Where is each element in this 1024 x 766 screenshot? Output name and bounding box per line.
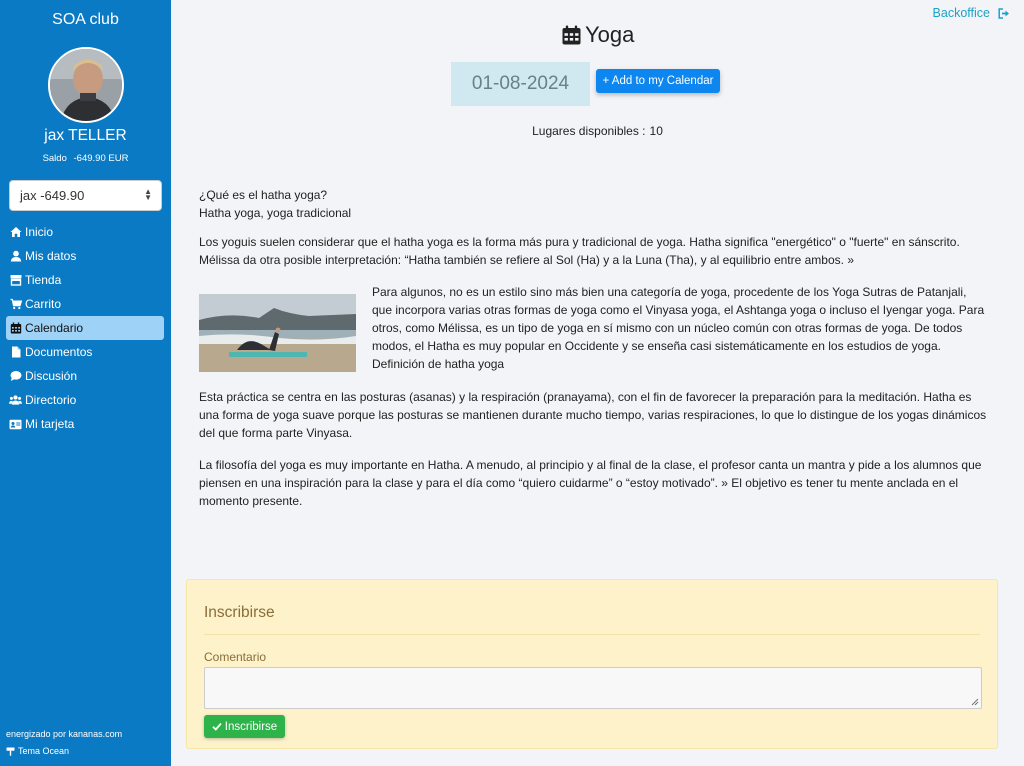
paragraph-1: Los yoguis suelen considerar que el hath… [199,235,960,267]
avatar[interactable] [48,47,124,123]
account-select-value: jax -649.90 [20,188,85,203]
paragraph-4: La filosofía del yoga es muy importante … [199,458,982,508]
page-title-text: Yoga [585,22,635,47]
sidebar-item-label: Tienda [25,273,62,287]
comment-label: Comentario [204,650,267,664]
sidebar-item-discusion[interactable]: Discusión [6,364,164,388]
yoga-image [199,294,356,372]
sidebar-item-label: Documentos [25,345,93,359]
sidebar-item-label: Mis datos [25,249,77,263]
sidebar-item-calendario[interactable]: Calendario [6,316,164,340]
sidebar-item-inicio[interactable]: Inicio [6,220,164,244]
divider [204,634,980,635]
cart-icon [9,298,22,311]
sidebar-nav: Inicio Mis datos Tienda Carrito Calendar… [6,220,164,436]
user-icon [9,250,22,263]
sidebar-item-label: Discusión [25,369,78,383]
intro-question: ¿Qué es el hatha yoga? [199,188,328,202]
sign-out-icon [998,7,1010,19]
comment-textarea[interactable] [204,667,982,709]
sidebar-item-tienda[interactable]: Tienda [6,268,164,292]
backoffice-link[interactable]: Backoffice [933,6,1010,20]
page-title: Yoga [562,22,634,48]
sidebar-item-carrito[interactable]: Carrito [6,292,164,316]
balance-label: Saldo [42,153,67,164]
powered-by[interactable]: energizado por kananas.com [6,729,122,739]
home-icon [9,226,22,239]
backoffice-label: Backoffice [932,6,990,20]
calendar-icon [562,25,581,45]
paragraph-2: Para algunos, no es un estilo sino más b… [372,285,985,353]
intro-subtitle: Hatha yoga, yoga tradicional [199,206,352,220]
balance: Saldo -649.90 EUR [0,153,171,164]
event-date: 01-08-2024 [451,62,590,106]
add-to-calendar-button[interactable]: + Add to my Calendar [596,69,720,93]
theme-link[interactable]: Tema Ocean [6,746,69,756]
places-label: Lugares disponibles : [532,124,646,138]
available-places: Lugares disponibles :10 [0,124,1024,138]
sidebar-item-label: Mi tarjeta [25,417,75,431]
store-icon [9,274,22,287]
sidebar-item-label: Directorio [25,393,77,407]
document-icon [9,346,22,359]
registration-title: Inscribirse [204,604,275,621]
comment-icon [9,370,22,383]
check-icon [212,722,222,731]
event-description: ¿Qué es el hatha yoga? Hatha yoga, yoga … [199,186,989,521]
sidebar-item-documentos[interactable]: Documentos [6,340,164,364]
resize-handle-icon[interactable] [971,698,979,706]
places-value: 10 [649,124,663,138]
calendar-icon [9,322,22,335]
users-icon [9,394,22,407]
balance-value: -649.90 EUR [73,153,129,164]
sidebar-item-label: Carrito [25,297,62,311]
sidebar-item-directorio[interactable]: Directorio [6,388,164,412]
sidebar-item-label: Inicio [25,225,54,239]
sidebar-item-label: Calendario [25,321,84,335]
sidebar-item-mis-datos[interactable]: Mis datos [6,244,164,268]
club-title: SOA club [52,11,119,28]
paint-brush-icon [6,747,15,756]
intro: ¿Qué es el hatha yoga? Hatha yoga, yoga … [199,186,989,222]
image-text-row: Para algunos, no es un estilo sino más b… [184,283,989,373]
sidebar-item-mi-tarjeta[interactable]: Mi tarjeta [6,412,164,436]
registration-panel: Inscribirse Comentario Inscribirse [186,579,998,749]
float-text: Para algunos, no es un estilo sino más b… [372,283,989,373]
theme-label: Tema Ocean [18,746,70,756]
id-card-icon [9,418,22,431]
register-button-label: Inscribirse [224,720,278,733]
sidebar: SOA club jax TELLER Saldo -649.90 EUR ja… [0,0,171,766]
paragraph-2-subtitle: Definición de hatha yoga [372,357,505,371]
register-button[interactable]: Inscribirse [204,715,285,738]
select-arrows-icon: ▲ ▼ [144,187,152,202]
account-select[interactable]: jax -649.90 ▲ ▼ [9,180,162,211]
paragraph-3: Esta práctica se centra en las posturas … [199,390,987,440]
